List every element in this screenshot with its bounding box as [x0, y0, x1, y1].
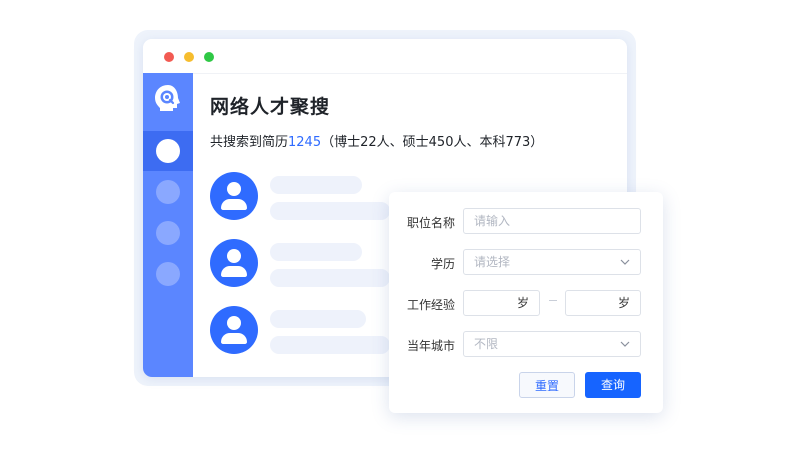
- user-icon[interactable]: [210, 172, 258, 220]
- experience-max-unit: 岁: [617, 296, 630, 310]
- user-icon[interactable]: [210, 239, 258, 287]
- experience-min-unit: 岁: [516, 296, 529, 310]
- skeleton-line: [270, 310, 366, 328]
- sidebar-item-4[interactable]: [156, 262, 180, 286]
- result-count: 1245: [288, 135, 322, 150]
- title-bar: [143, 39, 627, 74]
- close-window-button[interactable]: [164, 52, 174, 62]
- minimize-window-button[interactable]: [184, 52, 194, 62]
- search-filter-panel: 职位名称 请输入 学历 请选择 工作经验 岁 岁 当年城市 不限 重置 查询: [389, 192, 663, 413]
- result-summary: 共搜索到简历1245（博士22人、硕士450人、本科773）: [210, 131, 543, 150]
- education-label: 学历: [430, 257, 455, 271]
- education-select[interactable]: 请选择: [463, 249, 641, 275]
- city-value: 不限: [474, 337, 499, 351]
- reset-button[interactable]: 重置: [519, 372, 575, 398]
- user-icon[interactable]: [210, 306, 258, 354]
- summary-prefix: 共搜索到简历: [210, 135, 289, 150]
- skeleton-line: [270, 176, 362, 194]
- skeleton-line: [270, 202, 390, 220]
- page-title: 网络人才聚搜: [210, 96, 331, 118]
- query-button[interactable]: 查询: [585, 372, 641, 398]
- range-separator: [549, 300, 557, 301]
- head-search-icon[interactable]: [153, 83, 183, 113]
- skeleton-line: [270, 269, 390, 287]
- maximize-window-button[interactable]: [204, 52, 214, 62]
- education-placeholder: 请选择: [474, 255, 511, 269]
- experience-label: 工作经验: [406, 298, 455, 312]
- skeleton-line: [270, 336, 390, 354]
- sidebar: [143, 73, 193, 377]
- sidebar-item-2[interactable]: [156, 180, 180, 204]
- sidebar-item-1[interactable]: [156, 139, 180, 163]
- chevron-down-icon: [620, 259, 630, 265]
- sidebar-item-3[interactable]: [156, 221, 180, 245]
- summary-breakdown: （博士22人、硕士450人、本科773）: [321, 135, 544, 150]
- experience-min-input[interactable]: 岁: [463, 290, 540, 316]
- chevron-down-icon: [620, 341, 630, 347]
- position-label: 职位名称: [406, 216, 455, 230]
- skeleton-line: [270, 243, 362, 261]
- city-select[interactable]: 不限: [463, 331, 641, 357]
- experience-max-input[interactable]: 岁: [565, 290, 641, 316]
- city-label: 当年城市: [406, 339, 455, 353]
- position-input[interactable]: 请输入: [463, 208, 641, 234]
